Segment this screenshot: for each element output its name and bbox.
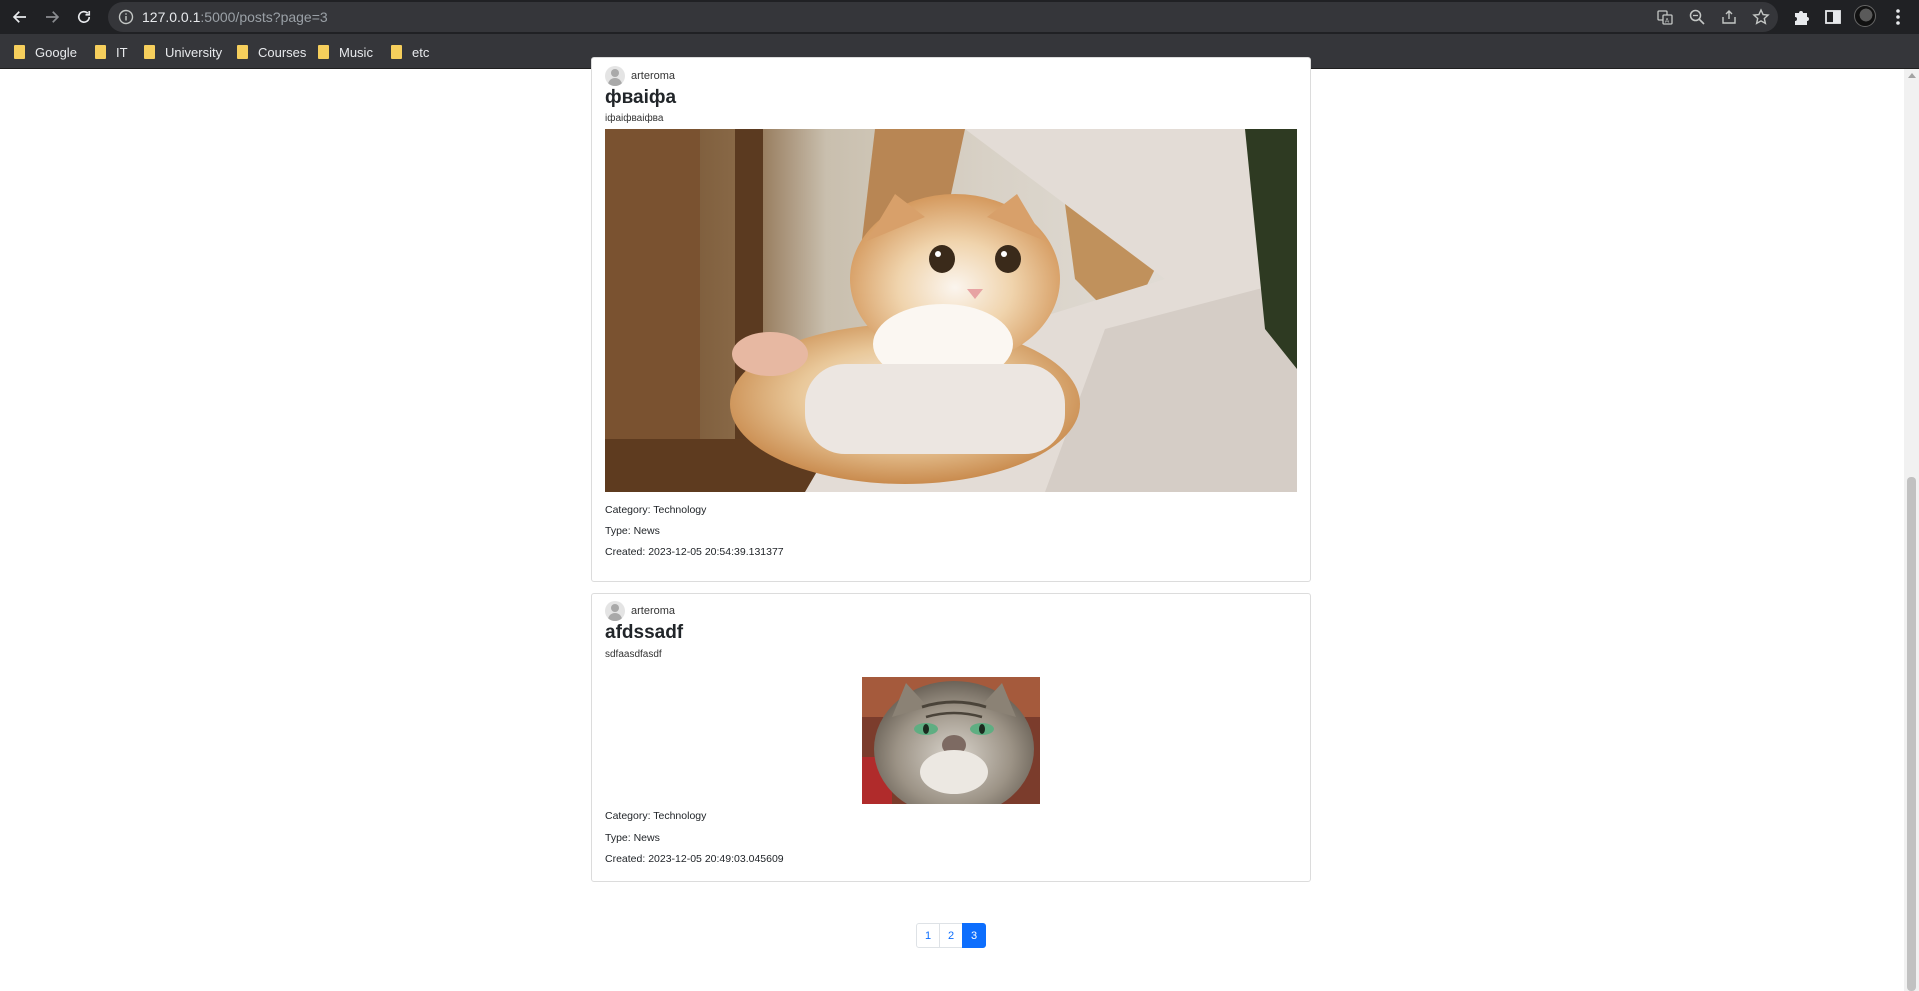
url-host: 127.0.0.1: [142, 9, 201, 25]
post-card: arteroma afdssadf sdfaasdfasdf Category:…: [591, 593, 1311, 882]
translate-icon[interactable]: A: [1656, 8, 1674, 26]
post-created: Created: 2023-12-05 20:49:03.045609: [605, 853, 784, 865]
post-created: Created: 2023-12-05 20:54:39.131377: [605, 546, 784, 558]
url-path: :5000/posts?page=3: [200, 9, 328, 25]
bookmark-label: etc: [412, 44, 430, 60]
post-category: Category: Technology: [605, 810, 707, 822]
folder-icon: [14, 45, 25, 59]
menu-kebab-icon[interactable]: [1888, 7, 1908, 27]
extensions-puzzle-icon[interactable]: [1791, 7, 1811, 27]
zoom-icon[interactable]: [1688, 8, 1706, 26]
bookmark-label: Google: [35, 44, 77, 60]
page-link-1[interactable]: 1: [916, 923, 940, 948]
share-icon[interactable]: [1720, 8, 1738, 26]
bookmark-label: University: [165, 44, 223, 60]
profile-avatar[interactable]: [1854, 5, 1876, 27]
user-avatar-icon: [605, 601, 625, 621]
bookmark-music[interactable]: Music: [318, 42, 373, 62]
star-icon[interactable]: [1752, 8, 1770, 26]
folder-icon: [237, 45, 248, 59]
folder-icon: [318, 45, 329, 59]
back-arrow-icon[interactable]: [8, 5, 32, 29]
page-link-3-active[interactable]: 3: [962, 923, 986, 948]
browser-toolbar: 127.0.0.1:5000/posts?page=3 A: [0, 0, 1919, 34]
page-viewport: arteroma фваіфа іфаіфваіфва Category: Te…: [0, 57, 1919, 991]
page-link-2[interactable]: 2: [939, 923, 963, 948]
scroll-up-arrow-icon[interactable]: [1908, 73, 1916, 78]
post-body: sdfaasdfasdf: [605, 649, 662, 660]
post-type: Type: News: [605, 525, 660, 537]
bookmark-label: Courses: [258, 44, 307, 60]
bookmark-label: IT: [116, 44, 128, 60]
reload-icon[interactable]: [72, 5, 96, 29]
post-type: Type: News: [605, 832, 660, 844]
post-author: arteroma: [605, 601, 675, 621]
user-avatar-icon: [605, 66, 625, 86]
post-image-cat-face: [862, 677, 1040, 804]
post-author: arteroma: [605, 66, 675, 86]
folder-icon: [95, 45, 106, 59]
bookmark-label: Music: [339, 44, 373, 60]
author-name: arteroma: [631, 70, 676, 82]
page-scrollbar[interactable]: [1904, 69, 1919, 991]
forward-arrow-icon[interactable]: [40, 5, 64, 29]
bookmark-it[interactable]: IT: [95, 42, 128, 62]
bookmark-etc[interactable]: etc: [391, 42, 429, 62]
author-name: arteroma: [631, 605, 676, 617]
post-title: afdssadf: [605, 622, 684, 643]
post-title: фваіфа: [605, 87, 677, 108]
bookmark-university[interactable]: University: [144, 42, 222, 62]
url-text[interactable]: 127.0.0.1:5000/posts?page=3: [142, 9, 328, 25]
scroll-thumb[interactable]: [1907, 477, 1916, 991]
folder-icon: [144, 45, 155, 59]
post-image-cat-held: [605, 129, 1297, 492]
address-bar[interactable]: 127.0.0.1:5000/posts?page=3 A: [108, 2, 1778, 32]
post-body: іфаіфваіфва: [605, 113, 664, 124]
pagination: 1 2 3: [916, 923, 986, 948]
post-category: Category: Technology: [605, 504, 707, 516]
side-panel-icon[interactable]: [1823, 7, 1843, 27]
bookmark-google[interactable]: Google: [14, 42, 77, 62]
info-icon[interactable]: [118, 9, 134, 25]
post-card: arteroma фваіфа іфаіфваіфва Category: Te…: [591, 57, 1311, 582]
folder-icon: [391, 45, 402, 59]
bookmark-courses[interactable]: Courses: [237, 42, 306, 62]
